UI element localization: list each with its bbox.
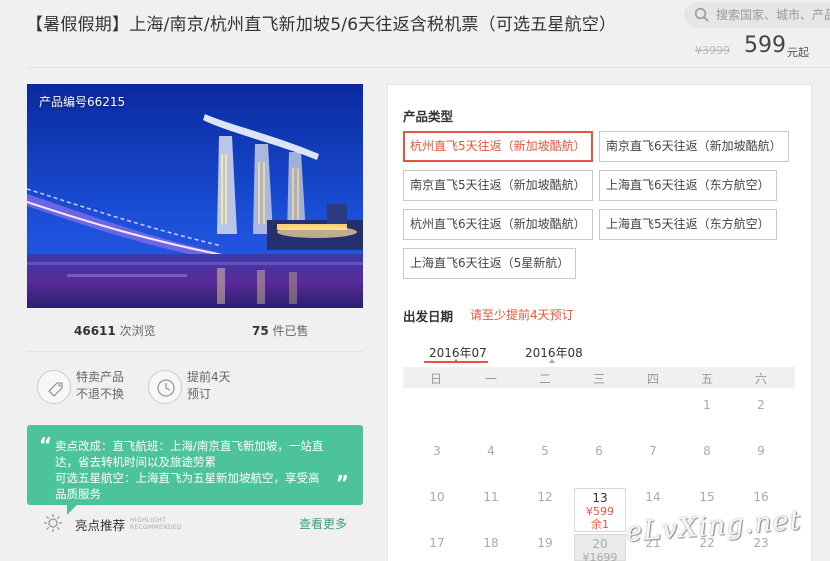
- calendar-weekday-header: 日 一 二 三 四 五 六: [403, 367, 795, 388]
- sun-icon: [44, 514, 62, 532]
- selling-point-line2: 达，省去转机时间以及旅途劳累: [55, 455, 216, 469]
- left-divider: [27, 351, 363, 352]
- calendar-day-4: 4: [487, 444, 495, 458]
- option-nj-5d-scoot[interactable]: 南京直飞5天往返（新加坡酷航）: [403, 170, 593, 201]
- calendar-day-9: 9: [757, 444, 765, 458]
- highlight-english-line1: HIGHLIGHT: [130, 517, 167, 524]
- option-sh-5d-eastern[interactable]: 上海直飞5天往返（东方航空）: [599, 209, 777, 240]
- sold-label: 件已售: [272, 324, 309, 338]
- highlight-english: HIGHLIGHT RECOMMENDED: [130, 517, 182, 531]
- calendar-day-3: 3: [433, 444, 441, 458]
- current-price: 599: [744, 33, 786, 58]
- clock-icon: [148, 370, 182, 404]
- header-divider: [26, 67, 830, 68]
- calendar-day-7: 7: [649, 444, 657, 458]
- calendar-day-13-available[interactable]: 13 ¥599 余1: [574, 488, 626, 532]
- calendar-day-1: 1: [703, 398, 711, 412]
- caret-up-icon: [453, 359, 459, 363]
- calendar-day-15: 15: [699, 490, 715, 504]
- selling-points-box: “ 卖点改成：直飞航班：上海/南京直飞新加坡，一站直 达，省去转机时间以及旅途劳…: [27, 425, 363, 505]
- calendar-day-13: 13: [592, 491, 608, 505]
- option-nj-6d-scoot[interactable]: 南京直飞6天往返（新加坡酷航）: [599, 131, 789, 162]
- feature-special-line1: 特卖产品: [76, 370, 125, 384]
- views-count: 46611: [74, 324, 116, 338]
- weekday-sat: 六: [754, 372, 767, 386]
- tag-icon: [37, 370, 71, 404]
- see-more-link[interactable]: 查看更多: [299, 515, 347, 532]
- calendar-day-10: 10: [429, 490, 445, 504]
- calendar-day-17: 17: [429, 536, 445, 550]
- product-code: 产品编号66215: [39, 95, 126, 109]
- calendar-day-6: 6: [595, 444, 603, 458]
- price-unit: 元起: [787, 46, 809, 59]
- search-input[interactable]: [716, 5, 830, 25]
- feature-advance-line1: 提前4天: [187, 370, 231, 384]
- selling-point-line1: 卖点改成：直飞航班：上海/南京直飞新加坡，一站直: [55, 439, 324, 453]
- selling-point-line4: 品质服务: [55, 487, 101, 501]
- feature-special-line2: 不退不换: [76, 387, 125, 401]
- highlight-english-line2: RECOMMENDED: [130, 524, 182, 531]
- open-quote-icon: “: [39, 433, 53, 457]
- product-photo[interactable]: 产品编号66215: [27, 84, 363, 308]
- selling-points-pointer: [67, 505, 77, 515]
- selling-point-line3: 可选五星航空：上海直飞为五星新加坡航空，享受高: [55, 471, 320, 485]
- weekday-tue: 二: [538, 372, 551, 386]
- departure-date-title: 出发日期: [403, 309, 454, 324]
- close-quote-icon: ”: [335, 471, 349, 495]
- calendar-day-12: 12: [537, 490, 553, 504]
- calendar-day-13-price: ¥599: [586, 505, 614, 518]
- views-label: 次浏览: [119, 324, 156, 338]
- weekday-thu: 四: [646, 372, 659, 386]
- option-hz-6d-scoot[interactable]: 杭州直飞6天往返（新加坡酷航）: [403, 209, 593, 240]
- option-hz-5d-scoot[interactable]: 杭州直飞5天往返（新加坡酷航）: [403, 131, 593, 162]
- calendar-day-18: 18: [483, 536, 499, 550]
- feature-advance: 提前4天 预订: [187, 369, 231, 403]
- calendar-day-13-stock: 余1: [591, 518, 609, 531]
- original-price: ¥3999: [695, 44, 730, 57]
- calendar-day-20: 20: [592, 537, 608, 551]
- marina-bay-sands-image: [27, 84, 363, 308]
- calendar-day-20-cell[interactable]: 20 ¥1699: [574, 534, 626, 561]
- calendar-day-14: 14: [645, 490, 661, 504]
- search-icon[interactable]: [694, 7, 710, 23]
- weekday-sun: 日: [429, 372, 442, 386]
- sold-count: 75: [252, 324, 269, 338]
- product-type-title: 产品类型: [403, 109, 454, 124]
- weekday-wed: 三: [592, 372, 605, 386]
- views-stat: 46611 次浏览: [74, 322, 156, 339]
- calendar-day-19: 19: [537, 536, 553, 550]
- option-sh-6d-eastern[interactable]: 上海直飞6天往返（东方航空）: [599, 170, 777, 201]
- calendar-day-8: 8: [703, 444, 711, 458]
- sold-stat: 75 件已售: [252, 322, 309, 339]
- caret-up-icon: [549, 359, 555, 363]
- calendar-day-11: 11: [483, 490, 499, 504]
- page-title: 【暑假假期】上海/南京/杭州直飞新加坡5/6天往返含税机票（可选五星航空）: [26, 15, 617, 35]
- feature-advance-line2: 预订: [187, 387, 212, 401]
- feature-special: 特卖产品 不退不换: [76, 369, 124, 403]
- highlight-label: 亮点推荐: [75, 518, 126, 533]
- calendar-day-16: 16: [753, 490, 769, 504]
- weekday-mon: 一: [484, 372, 497, 386]
- weekday-fri: 五: [700, 372, 713, 386]
- calendar-day-2: 2: [757, 398, 765, 412]
- option-sh-6d-sq[interactable]: 上海直飞6天往返（5星新航）: [403, 248, 577, 279]
- calendar-day-5: 5: [541, 444, 549, 458]
- search-box[interactable]: [684, 2, 830, 28]
- booking-notice: 请至少提前4天预订: [470, 308, 574, 322]
- calendar-day-20-price: ¥1699: [582, 551, 618, 561]
